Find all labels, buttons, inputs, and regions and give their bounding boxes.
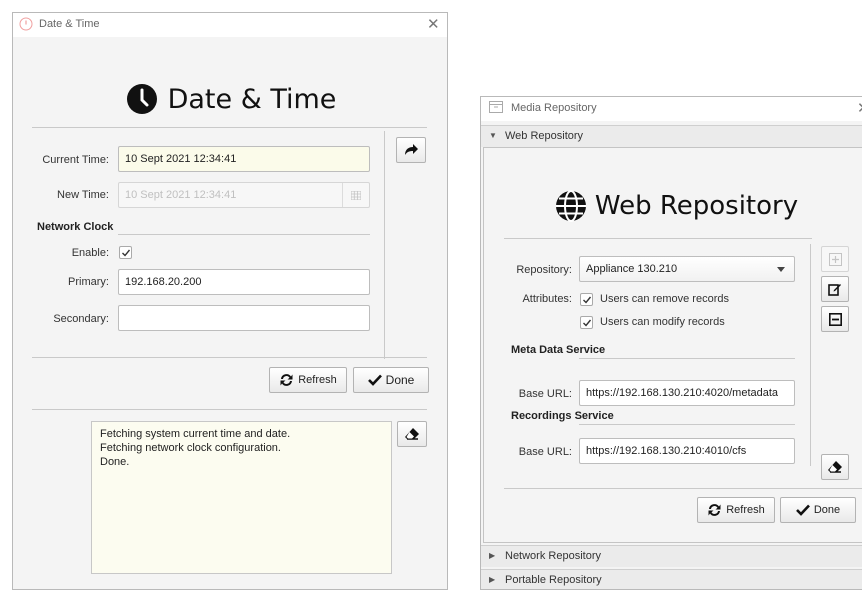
refresh-label: Refresh	[726, 504, 765, 516]
close-icon[interactable]: ✕	[857, 99, 862, 117]
modify-records-checkbox[interactable]	[580, 316, 593, 329]
divider	[504, 238, 812, 239]
divider	[504, 488, 862, 489]
rec-base-url-field[interactable]: https://192.168.130.210:4010/cfs	[579, 438, 795, 464]
window-title: Date & Time	[39, 18, 100, 30]
edit-icon	[828, 284, 841, 296]
remove-repository-button[interactable]	[821, 306, 849, 332]
primary-field[interactable]: 192.168.20.200	[118, 269, 370, 295]
secondary-field[interactable]	[118, 305, 370, 331]
modify-records-label: Users can modify records	[600, 316, 725, 328]
triangle-down-icon: ▼	[489, 131, 497, 140]
window-title: Media Repository	[511, 102, 597, 114]
meta-base-url-field[interactable]: https://192.168.130.210:4020/metadata	[579, 380, 795, 406]
new-time-value: 10 Sept 2021 12:34:41	[125, 189, 237, 201]
media-repository-window: Media Repository ✕ ▼ Web Repository Web …	[480, 96, 862, 590]
edit-repository-button[interactable]	[821, 276, 849, 302]
accordion-network-repository[interactable]: ▶ Network Repository	[481, 545, 862, 567]
accordion-web-repository[interactable]: ▼ Web Repository	[481, 125, 862, 147]
meta-base-url-label: Base URL:	[518, 388, 572, 400]
accordion-label: Web Repository	[505, 130, 584, 142]
attributes-label: Attributes:	[522, 293, 572, 305]
clock-icon	[126, 83, 158, 115]
window-icon	[489, 101, 503, 116]
meta-data-heading: Meta Data Service	[511, 344, 606, 356]
log-line: Fetching system current time and date.	[100, 428, 291, 440]
checkmark-icon	[583, 296, 592, 304]
panel-header: Web Repository	[484, 186, 862, 226]
done-label: Done	[813, 504, 841, 516]
done-label: Done	[385, 373, 415, 387]
divider	[32, 409, 427, 410]
secondary-label: Secondary:	[53, 313, 109, 325]
refresh-button[interactable]: Refresh	[697, 497, 775, 523]
divider	[579, 358, 795, 359]
primary-label: Primary:	[68, 276, 109, 288]
plus-box-icon	[828, 252, 842, 266]
status-log: Fetching system current time and date. F…	[91, 421, 392, 574]
new-time-field[interactable]: 10 Sept 2021 12:34:41	[118, 182, 370, 208]
calendar-icon[interactable]	[342, 183, 369, 207]
new-time-label: New Time:	[57, 189, 109, 201]
rec-base-url-label: Base URL:	[518, 446, 572, 458]
current-time-label: Current Time:	[42, 154, 109, 166]
add-repository-button[interactable]	[821, 246, 849, 272]
triangle-right-icon: ▶	[489, 575, 496, 584]
clock-icon	[19, 17, 33, 34]
divider	[118, 234, 370, 235]
checkmark-icon	[583, 319, 592, 327]
eraser-icon	[828, 461, 842, 473]
divider	[810, 244, 811, 466]
refresh-label: Refresh	[298, 374, 337, 386]
refresh-icon	[280, 374, 293, 386]
enable-checkbox[interactable]	[119, 246, 132, 259]
repository-label: Repository:	[516, 264, 572, 276]
clear-log-button[interactable]	[397, 421, 427, 447]
panel-header: Date & Time	[13, 79, 447, 119]
accordion-label: Network Repository	[505, 550, 601, 562]
network-clock-heading: Network Clock	[37, 221, 114, 233]
chevron-down-icon	[768, 257, 794, 281]
repository-select[interactable]: Appliance 130.210	[579, 256, 795, 282]
accordion-label: Portable Repository	[505, 574, 602, 586]
clear-button[interactable]	[821, 454, 849, 480]
done-button[interactable]: Done	[353, 367, 429, 393]
remove-records-checkbox[interactable]	[580, 293, 593, 306]
divider	[32, 357, 427, 358]
log-line: Fetching network clock configuration.	[100, 442, 281, 454]
done-button[interactable]: Done	[780, 497, 856, 523]
globe-icon	[555, 190, 587, 222]
divider	[384, 131, 385, 359]
repository-value: Appliance 130.210	[586, 263, 678, 275]
header-title: Web Repository	[594, 191, 799, 221]
checkmark-icon	[795, 504, 810, 516]
refresh-button[interactable]: Refresh	[269, 367, 347, 393]
log-line: Done.	[100, 456, 130, 468]
minus-box-icon	[828, 312, 842, 326]
recordings-heading: Recordings Service	[511, 410, 614, 422]
title-bar: Date & Time ✕	[13, 13, 447, 37]
redo-arrow-icon	[405, 144, 418, 155]
apply-time-button[interactable]	[396, 137, 426, 163]
eraser-icon	[405, 428, 419, 440]
current-time-field[interactable]: 10 Sept 2021 12:34:41	[118, 146, 370, 172]
title-bar: Media Repository ✕	[481, 97, 862, 121]
refresh-icon	[708, 504, 721, 516]
divider	[32, 127, 427, 128]
date-time-window: Date & Time ✕ Date & Time Current Time: …	[12, 12, 448, 590]
enable-label: Enable:	[71, 247, 109, 259]
header-title: Date & Time	[167, 83, 337, 115]
close-icon[interactable]: ✕	[427, 15, 440, 33]
checkmark-icon	[122, 249, 131, 257]
web-repository-panel: Web Repository Repository: Appliance 130…	[483, 147, 862, 543]
divider	[579, 424, 795, 425]
accordion-portable-repository[interactable]: ▶ Portable Repository	[481, 569, 862, 589]
checkmark-icon	[367, 374, 382, 386]
remove-records-label: Users can remove records	[600, 293, 729, 305]
triangle-right-icon: ▶	[489, 551, 496, 560]
